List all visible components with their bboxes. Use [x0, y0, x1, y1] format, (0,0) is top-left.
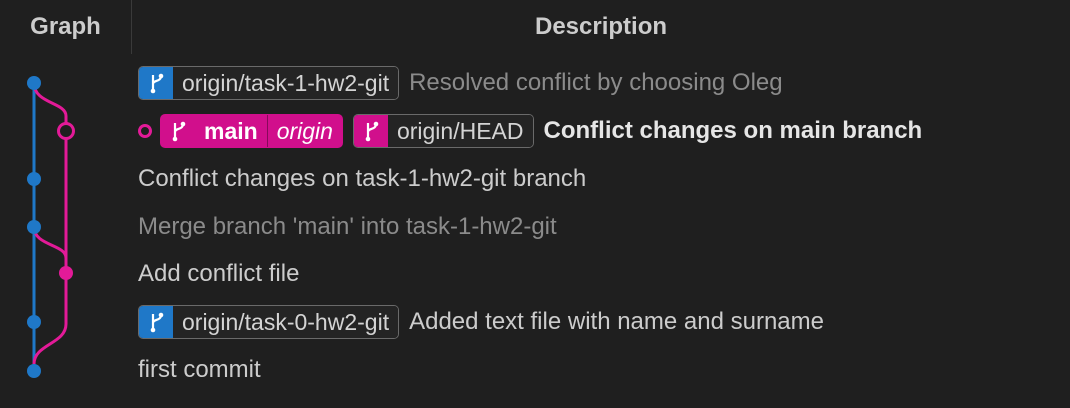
commit-row[interactable]: Conflict changes on task-1-hw2-git branc…: [138, 155, 586, 203]
commit-dot[interactable]: [27, 172, 41, 186]
commit-row-current[interactable]: main origin origin/HEAD Conflict changes…: [138, 107, 922, 155]
commit-dot[interactable]: [27, 315, 41, 329]
branch-badge[interactable]: origin/task-1-hw2-git: [138, 66, 400, 100]
commit-dot-current[interactable]: [57, 122, 75, 140]
branch-badge-label: origin/task-0-hw2-git: [173, 306, 399, 338]
commit-dot[interactable]: [59, 266, 73, 280]
commit-dot[interactable]: [27, 364, 41, 378]
graph-column-header[interactable]: Graph: [0, 0, 131, 54]
commit-message: Added text file with name and surname: [409, 308, 824, 335]
commit-row[interactable]: origin/task-0-hw2-git Added text file wi…: [138, 298, 824, 346]
commit-row[interactable]: origin/task-1-hw2-git Resolved conflict …: [138, 59, 783, 107]
commit-row[interactable]: Add conflict file: [138, 250, 299, 298]
branch-icon: [161, 115, 195, 147]
branch-badge-remote: origin: [266, 115, 342, 147]
lane-pink-merge: [32, 226, 68, 273]
branch-badge[interactable]: origin/task-0-hw2-git: [138, 305, 400, 339]
commit-message: Conflict changes on task-1-hw2-git branc…: [138, 165, 587, 192]
commit-dot[interactable]: [27, 76, 41, 90]
branch-badge-label: origin/task-1-hw2-git: [173, 67, 399, 99]
commit-dot[interactable]: [27, 220, 41, 234]
commit-message: Conflict changes on main branch: [543, 117, 923, 144]
commit-row[interactable]: first commit: [138, 346, 261, 394]
description-column-header[interactable]: Description: [132, 0, 1070, 54]
commit-graph: [27, 76, 75, 378]
branch-badge-main[interactable]: main origin: [160, 114, 343, 148]
branch-icon: [139, 67, 173, 99]
graph-header: Graph Description: [0, 0, 1070, 54]
head-ring-icon: [138, 124, 152, 138]
branch-badge[interactable]: origin/HEAD: [352, 114, 534, 148]
branch-badge-label: main: [195, 115, 267, 147]
branch-icon: [139, 306, 173, 338]
commit-row[interactable]: Merge branch 'main' into task-1-hw2-git: [138, 203, 557, 251]
commit-message: Add conflict file: [138, 260, 300, 287]
commit-message: Resolved conflict by choosing Oleg: [409, 69, 783, 96]
commit-message: first commit: [138, 356, 261, 383]
commit-message: Merge branch 'main' into task-1-hw2-git: [138, 213, 557, 240]
branch-badge-label: origin/HEAD: [387, 115, 533, 147]
branch-icon: [353, 115, 388, 147]
